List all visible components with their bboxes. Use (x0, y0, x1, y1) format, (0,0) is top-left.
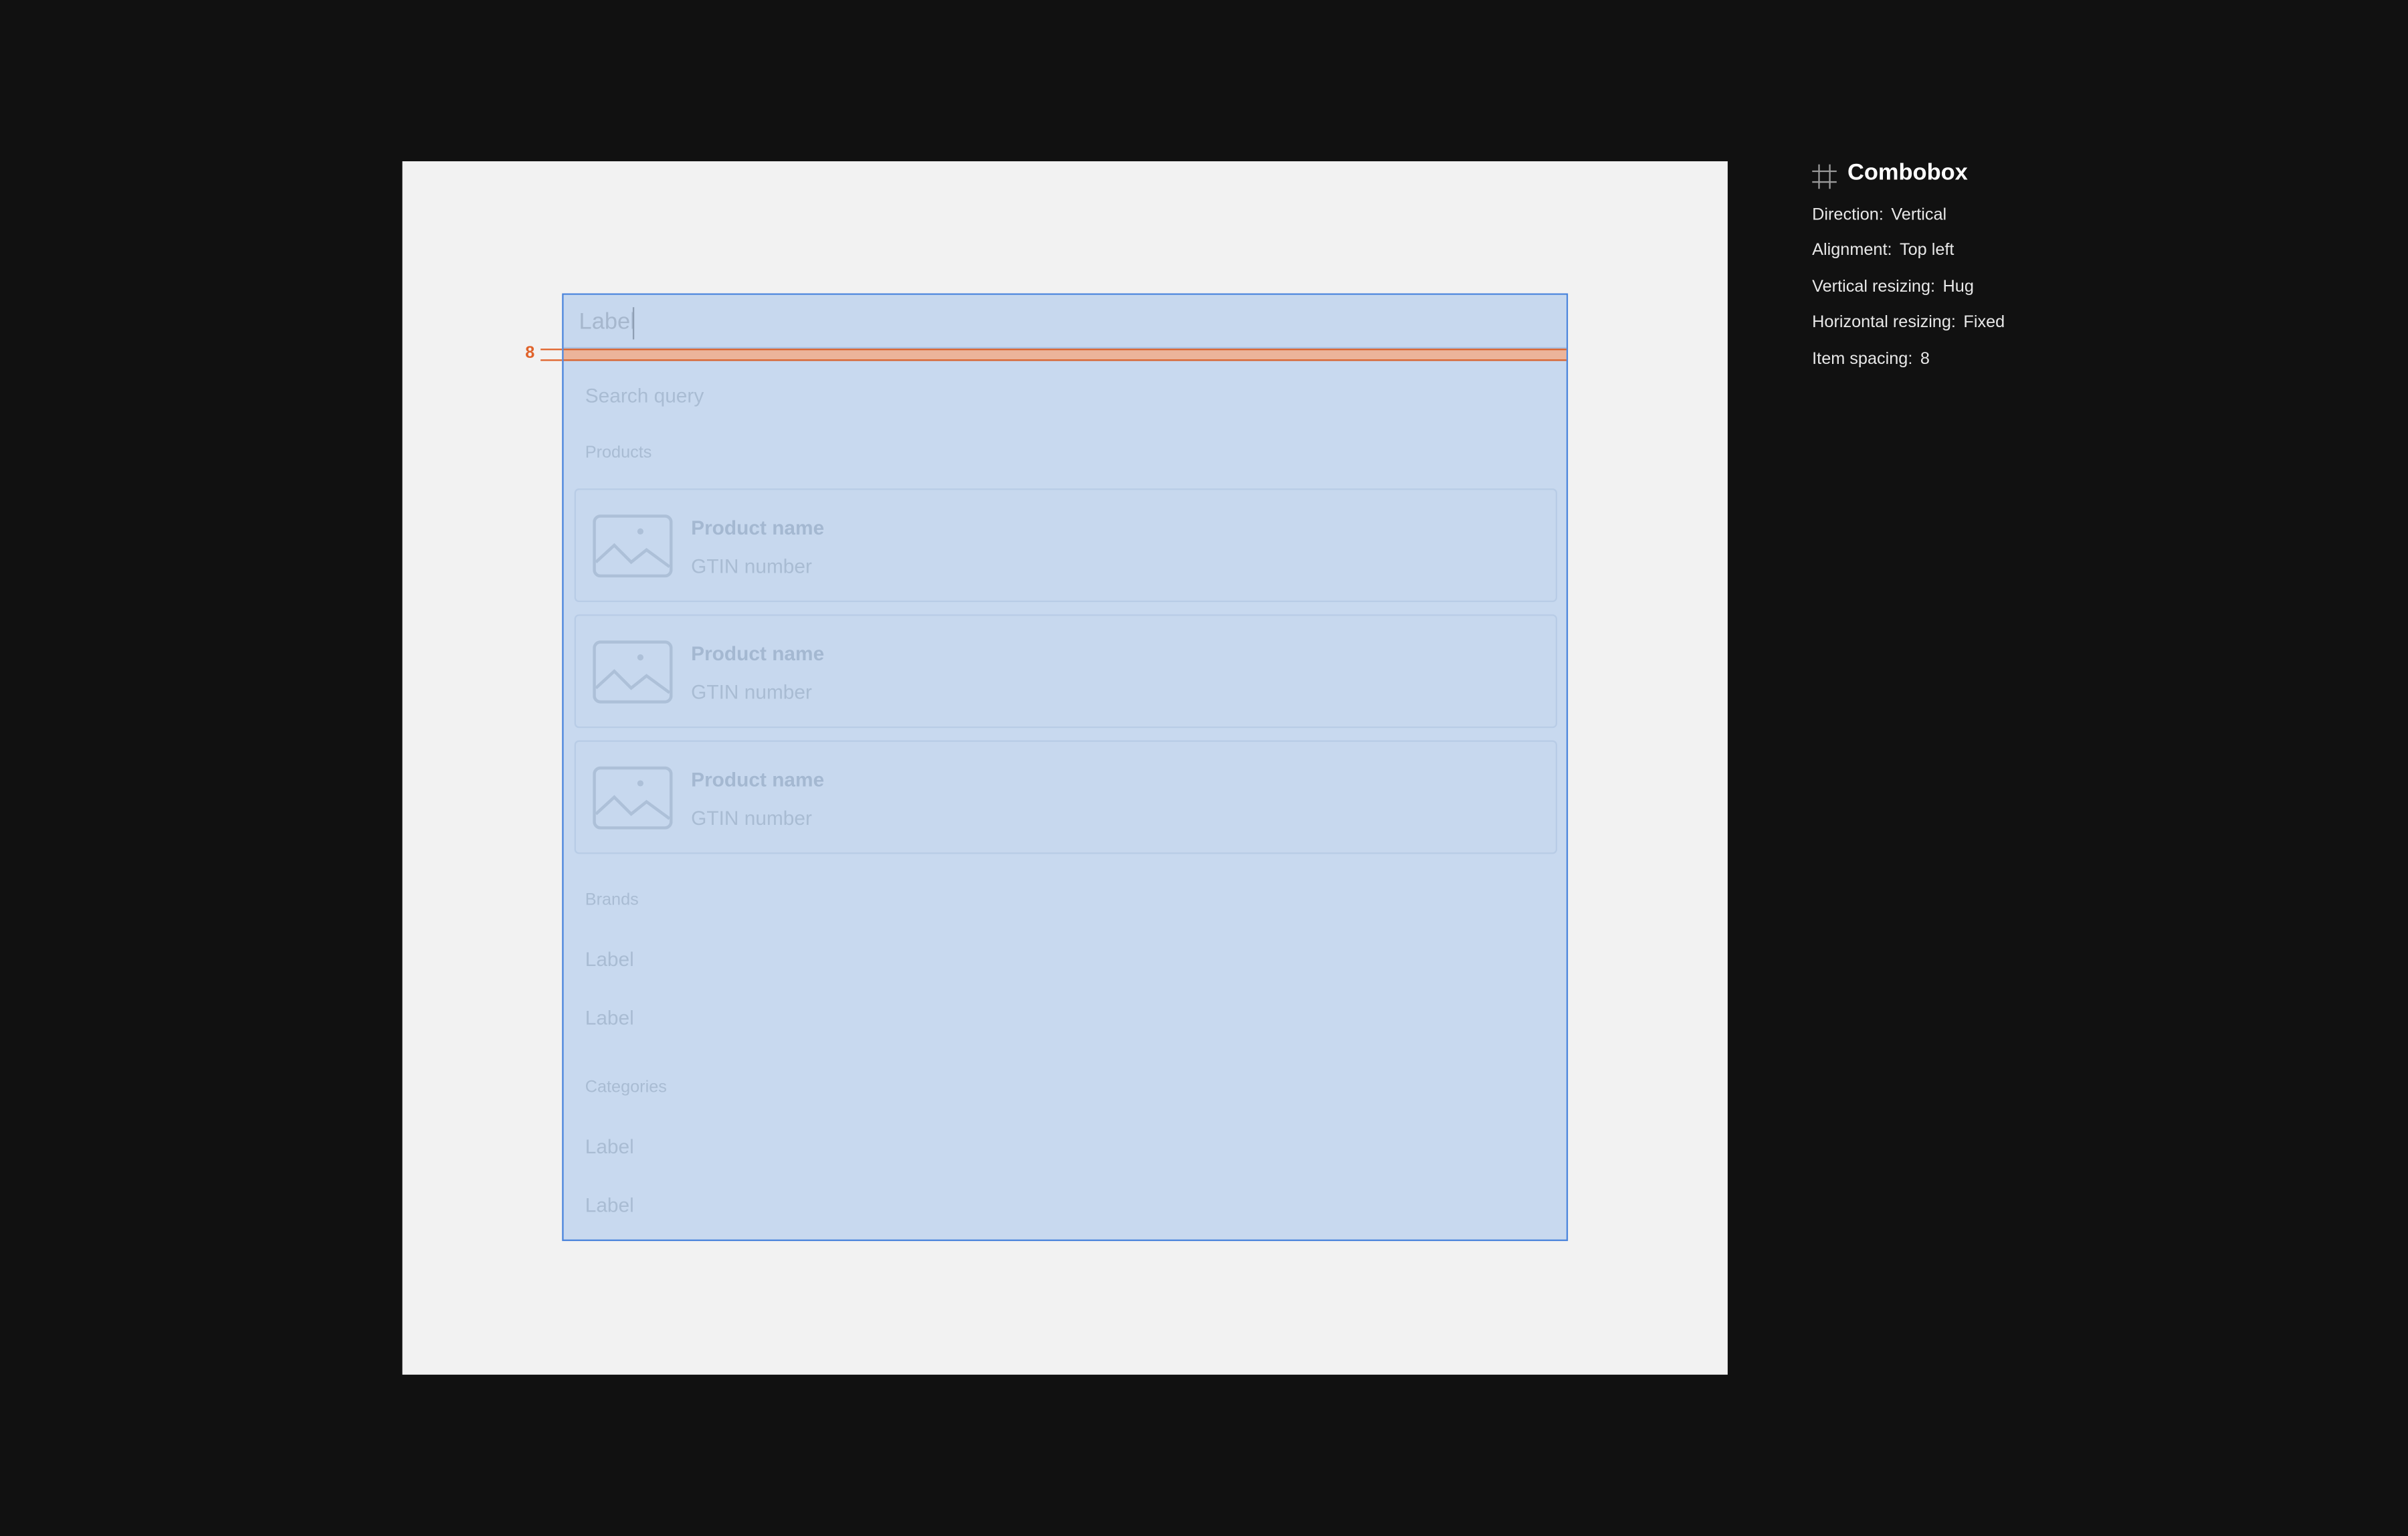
property-key: Alignment: (1812, 241, 1892, 260)
section-heading-brands: Brands (585, 890, 639, 910)
product-name: Product name (691, 516, 825, 539)
combobox-selection[interactable]: Label Search query Products Product name… (562, 293, 1569, 1242)
combobox-input[interactable]: Label (563, 294, 1567, 349)
product-option[interactable]: Product name GTIN number (574, 614, 1558, 729)
product-gtin: GTIN number (691, 806, 812, 830)
image-placeholder-icon (593, 514, 673, 578)
property-value: 8 (1920, 350, 1930, 369)
product-option[interactable]: Product name GTIN number (574, 488, 1558, 602)
property-value: Vertical (1891, 205, 1947, 225)
property-vertical-resizing: Vertical resizing: Hug (1812, 278, 1974, 297)
brand-option[interactable]: Label (585, 948, 634, 971)
product-name: Product name (691, 642, 825, 666)
property-key: Direction: (1812, 205, 1884, 225)
property-alignment: Alignment: Top left (1812, 241, 1954, 260)
property-direction: Direction: Vertical (1812, 206, 1946, 225)
image-placeholder-icon (593, 640, 673, 704)
spacing-tick-top (540, 349, 563, 351)
category-option[interactable]: Label (585, 1135, 634, 1158)
category-option[interactable]: Label (585, 1193, 634, 1216)
design-canvas: 8 Label Search query Products Product na… (0, 0, 2408, 1536)
property-value: Top left (1899, 241, 1954, 260)
component-name: Combobox (1847, 159, 1968, 186)
brand-option[interactable]: Label (585, 1006, 634, 1029)
search-query-placeholder[interactable]: Search query (585, 384, 704, 407)
text-caret (632, 307, 635, 340)
section-heading-categories: Categories (585, 1078, 667, 1097)
property-value: Hug (1942, 278, 1974, 297)
spacing-tick-bottom (540, 359, 563, 361)
section-heading-products: Products (585, 444, 652, 463)
input-label: Label (579, 308, 635, 335)
image-placeholder-icon (593, 766, 673, 830)
product-gtin: GTIN number (691, 554, 812, 578)
property-key: Vertical resizing: (1812, 278, 1936, 297)
property-key: Horizontal resizing: (1812, 313, 1956, 332)
property-key: Item spacing: (1812, 350, 1913, 369)
product-option[interactable]: Product name GTIN number (574, 740, 1558, 854)
item-spacing-highlight (563, 349, 1567, 361)
property-value: Fixed (1963, 313, 2005, 332)
property-horizontal-resizing: Horizontal resizing: Fixed (1812, 313, 2005, 332)
product-name: Product name (691, 767, 825, 791)
frame-icon (1812, 164, 1837, 189)
spacing-value-label: 8 (525, 344, 535, 363)
product-gtin: GTIN number (691, 680, 812, 704)
property-item-spacing: Item spacing: 8 (1812, 350, 1930, 369)
